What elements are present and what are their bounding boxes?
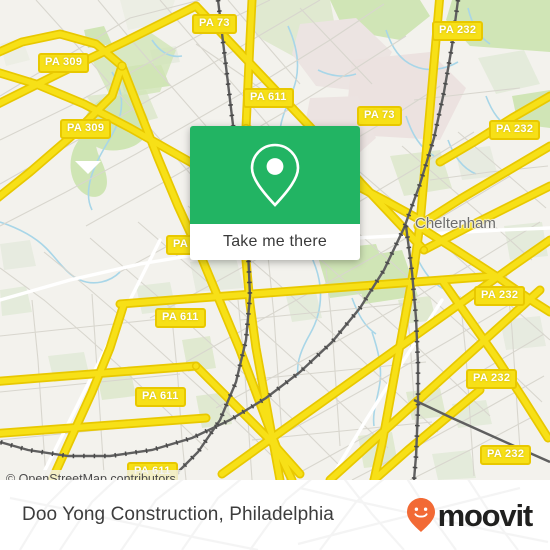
road-shield: PA 309 xyxy=(60,119,112,139)
road-shield: PA 73 xyxy=(357,106,402,126)
osm-attribution[interactable]: © OpenStreetMap contributors xyxy=(0,470,182,480)
callout-pointer-tail xyxy=(75,161,101,174)
road-shield: PA 232 xyxy=(489,120,541,140)
map-pin-icon xyxy=(250,143,300,207)
callout-icon-area xyxy=(190,126,360,224)
road-shield: PA 232 xyxy=(466,369,518,389)
road-shield: PA 611 xyxy=(243,88,294,108)
place-label: Cheltenham xyxy=(415,215,496,232)
moovit-map-screen: PA 73 PA 232 PA 309 PA 611 PA 73 PA 309 PA 232… xyxy=(0,0,550,550)
moovit-wordmark: moovit xyxy=(437,497,534,533)
road-shield: PA 232 xyxy=(480,445,532,465)
road-shield: PA 611 xyxy=(135,387,186,407)
destination-callout-card[interactable]: Take me there xyxy=(190,126,360,260)
callout-action-area[interactable]: Take me there xyxy=(190,224,360,260)
road-shield: PA 232 xyxy=(474,286,526,306)
road-shield: PA 232 xyxy=(432,21,484,41)
place-title: Doo Yong Construction, Philadelphia xyxy=(22,504,334,525)
map-canvas[interactable]: PA 73 PA 232 PA 309 PA 611 PA 73 PA 309 PA 232… xyxy=(0,0,550,480)
moovit-pin-smile-icon xyxy=(406,498,435,532)
moovit-logo[interactable]: moovit xyxy=(406,497,534,533)
road-shield: PA 73 xyxy=(192,14,237,34)
road-shield: PA 611 xyxy=(155,308,206,328)
road-shield: PA 309 xyxy=(38,53,90,73)
take-me-there-label: Take me there xyxy=(223,233,327,250)
footer-bar: Doo Yong Construction, Philadelphia moov… xyxy=(0,480,550,550)
